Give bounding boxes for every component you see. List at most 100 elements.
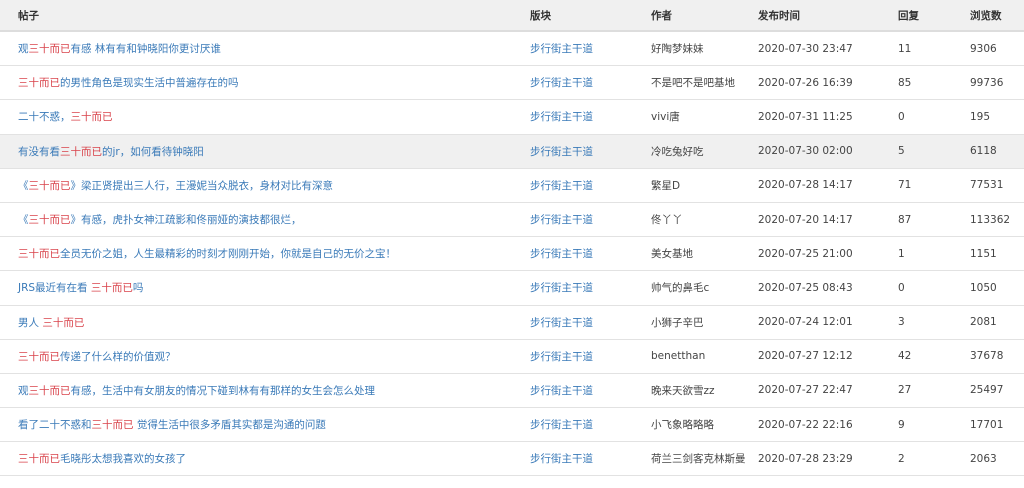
table-row[interactable]: 三十而已全员无价之姐，人生最精彩的时刻才刚刚开始，你就是自己的无价之宝！ 步行街… <box>0 236 1024 272</box>
table-row[interactable]: JRS最近有在看 三十而已吗 步行街主干道 帅气的鼻毛c 2020-07-25 … <box>0 270 1024 306</box>
table-row[interactable]: 《三十而已》梁正贤提出三人行，王漫妮当众脱衣，身材对比有深意 步行街主干道 繁星… <box>0 168 1024 203</box>
cell-title: 观三十而已有感，生活中有女朋友的情况下碰到林有有那样的女生会怎么处理 <box>0 373 530 409</box>
table-row[interactable]: 男人 三十而已 步行街主干道 小狮子辛巴 2020-07-24 12:01 3 … <box>0 305 1024 340</box>
board-link[interactable]: 步行街主干道 <box>530 111 593 123</box>
title-text: 传递了什么样的价值观？ <box>60 350 176 363</box>
cell-title: 有没有看三十而已的jr，如何看待钟晓阳 <box>0 134 530 169</box>
post-title-link[interactable]: 《三十而已》有感，虎扑女神江疏影和佟丽娅的演技都很烂， <box>18 214 302 226</box>
cell-views: 2081 <box>970 305 1024 340</box>
cell-board: 步行街主干道 <box>530 31 651 67</box>
cell-views: 6118 <box>970 134 1024 169</box>
cell-board: 步行街主干道 <box>530 339 651 374</box>
title-highlight: 三十而已 <box>90 282 133 295</box>
table-row[interactable]: 三十而已的男性角色是现实生活中普遍存在的吗 步行街主干道 不是吧不是吧基地 20… <box>0 65 1024 101</box>
cell-time: 2020-07-26 16:39 <box>758 65 898 101</box>
cell-title: 男人 三十而已 <box>0 305 530 340</box>
title-text: JRS最近有在看 <box>18 282 91 295</box>
cell-title: 三十而已全员无价之姐，人生最精彩的时刻才刚刚开始，你就是自己的无价之宝！ <box>0 236 530 272</box>
cell-title: 三十而已的男性角色是现实生活中普遍存在的吗 <box>0 65 530 101</box>
cell-author: 小飞象略略略 <box>651 407 758 443</box>
board-link[interactable]: 步行街主干道 <box>530 351 593 363</box>
board-link[interactable]: 步行街主干道 <box>530 77 593 89</box>
board-link[interactable]: 步行街主干道 <box>530 43 593 55</box>
cell-replies: 85 <box>898 65 970 101</box>
table-row[interactable]: 三十而已毛晓彤太想我喜欢的女孩了 步行街主干道 荷兰三剑客克林斯曼 2020-0… <box>0 441 1024 477</box>
post-title-link[interactable]: JRS最近有在看 三十而已吗 <box>18 282 143 294</box>
cell-replies: 11 <box>898 31 970 67</box>
table-row[interactable]: 《三十而已》有感，虎扑女神江疏影和佟丽娅的演技都很烂， 步行街主干道 佟丫丫 2… <box>0 202 1024 238</box>
cell-title: 观三十而已有感 林有有和钟晓阳你更讨厌谁 <box>0 31 530 67</box>
title-highlight: 三十而已 <box>28 214 71 227</box>
board-link[interactable]: 步行街主干道 <box>530 419 593 431</box>
title-highlight: 三十而已 <box>42 316 85 329</box>
title-text: 吗 <box>132 282 144 295</box>
post-title-link[interactable]: 观三十而已有感 林有有和钟晓阳你更讨厌谁 <box>18 43 221 55</box>
cell-views: 25497 <box>970 373 1024 409</box>
post-title-link[interactable]: 观三十而已有感，生活中有女朋友的情况下碰到林有有那样的女生会怎么处理 <box>18 385 375 397</box>
cell-title: 三十而已毛晓彤太想我喜欢的女孩了 <box>0 441 530 477</box>
post-title-link[interactable]: 看了二十不惑和三十而已 觉得生活中很多矛盾其实都是沟通的问题 <box>18 419 326 431</box>
cell-time: 2020-07-20 14:17 <box>758 202 898 238</box>
post-title-link[interactable]: 三十而已毛晓彤太想我喜欢的女孩了 <box>18 453 186 465</box>
table-row[interactable]: 二十不惑，三十而已 步行街主干道 vivi唐 2020-07-31 11:25 … <box>0 99 1024 135</box>
post-title-link[interactable]: 《三十而已》梁正贤提出三人行，王漫妮当众脱衣，身材对比有深意 <box>18 180 333 192</box>
cell-board: 步行街主干道 <box>530 305 651 340</box>
cell-title: 二十不惑，三十而已 <box>0 99 530 135</box>
table-row[interactable]: 有没有看三十而已的jr，如何看待钟晓阳 步行街主干道 冷吃兔好吃 2020-07… <box>0 134 1024 169</box>
post-title-link[interactable]: 有没有看三十而已的jr，如何看待钟晓阳 <box>18 146 204 158</box>
title-highlight: 三十而已 <box>28 179 71 192</box>
title-text: 观 <box>18 384 29 397</box>
board-link[interactable]: 步行街主干道 <box>530 282 593 294</box>
post-title-link[interactable]: 男人 三十而已 <box>18 317 84 329</box>
board-link[interactable]: 步行街主干道 <box>530 214 593 226</box>
title-highlight: 三十而已 <box>28 384 71 397</box>
cell-board: 步行街主干道 <box>530 441 651 477</box>
table-row[interactable]: 看了二十不惑和三十而已 觉得生活中很多矛盾其实都是沟通的问题 步行街主干道 小飞… <box>0 407 1024 443</box>
cell-author: 佟丫丫 <box>651 202 758 238</box>
title-text: 的jr，如何看待钟晓阳 <box>102 145 204 158</box>
cell-board: 步行街主干道 <box>530 202 651 238</box>
cell-replies: 2 <box>898 441 970 477</box>
table-body: 观三十而已有感 林有有和钟晓阳你更讨厌谁 步行街主干道 好陶梦妹妹 2020-0… <box>0 31 1024 477</box>
title-text: 有没有看 <box>18 145 60 158</box>
board-link[interactable]: 步行街主干道 <box>530 248 593 260</box>
title-text: 有感，生活中有女朋友的情况下碰到林有有那样的女生会怎么处理 <box>70 384 376 397</box>
title-text: 》有感，虎扑女神江疏影和佟丽娅的演技都很烂， <box>70 214 302 227</box>
title-text: 全员无价之姐，人生最精彩的时刻才刚刚开始，你就是自己的无价之宝！ <box>60 248 396 261</box>
title-text: 《 <box>18 214 29 227</box>
cell-board: 步行街主干道 <box>530 373 651 409</box>
cell-author: 晚来天欲雪zz <box>651 373 758 409</box>
cell-replies: 87 <box>898 202 970 238</box>
board-link[interactable]: 步行街主干道 <box>530 146 593 158</box>
cell-author: 荷兰三剑客克林斯曼 <box>651 441 758 477</box>
post-title-link[interactable]: 三十而已传递了什么样的价值观？ <box>18 351 176 363</box>
header-title: 帖子 <box>0 0 530 32</box>
cell-time: 2020-07-30 02:00 <box>758 134 898 169</box>
title-text: 观 <box>18 43 29 56</box>
board-link[interactable]: 步行街主干道 <box>530 317 593 329</box>
cell-replies: 0 <box>898 270 970 306</box>
table-row[interactable]: 观三十而已有感，生活中有女朋友的情况下碰到林有有那样的女生会怎么处理 步行街主干… <box>0 373 1024 409</box>
title-highlight: 三十而已 <box>91 419 134 432</box>
cell-board: 步行街主干道 <box>530 168 651 203</box>
cell-author: benetthan <box>651 339 758 374</box>
table-row[interactable]: 三十而已传递了什么样的价值观？ 步行街主干道 benetthan 2020-07… <box>0 339 1024 374</box>
title-text: 《 <box>18 179 29 192</box>
board-link[interactable]: 步行街主干道 <box>530 453 593 465</box>
posts-table: 帖子 版块 作者 发布时间 回复 浏览数 观三十而已有感 林有有和钟晓阳你更讨厌… <box>0 0 1024 477</box>
cell-author: 不是吧不是吧基地 <box>651 65 758 101</box>
table-row[interactable]: 观三十而已有感 林有有和钟晓阳你更讨厌谁 步行街主干道 好陶梦妹妹 2020-0… <box>0 31 1024 67</box>
post-title-link[interactable]: 三十而已的男性角色是现实生活中普遍存在的吗 <box>18 77 239 89</box>
cell-views: 1151 <box>970 236 1024 272</box>
post-title-link[interactable]: 二十不惑，三十而已 <box>18 111 113 123</box>
cell-time: 2020-07-30 23:47 <box>758 31 898 67</box>
post-title-link[interactable]: 三十而已全员无价之姐，人生最精彩的时刻才刚刚开始，你就是自己的无价之宝！ <box>18 248 396 260</box>
title-text: 看了二十不惑和 <box>18 419 92 432</box>
cell-views: 99736 <box>970 65 1024 101</box>
title-text: 觉得生活中很多矛盾其实都是沟通的问题 <box>133 419 326 432</box>
cell-author: 帅气的鼻毛c <box>651 270 758 306</box>
cell-replies: 9 <box>898 407 970 443</box>
board-link[interactable]: 步行街主干道 <box>530 385 593 397</box>
cell-time: 2020-07-27 22:47 <box>758 373 898 409</box>
board-link[interactable]: 步行街主干道 <box>530 180 593 192</box>
